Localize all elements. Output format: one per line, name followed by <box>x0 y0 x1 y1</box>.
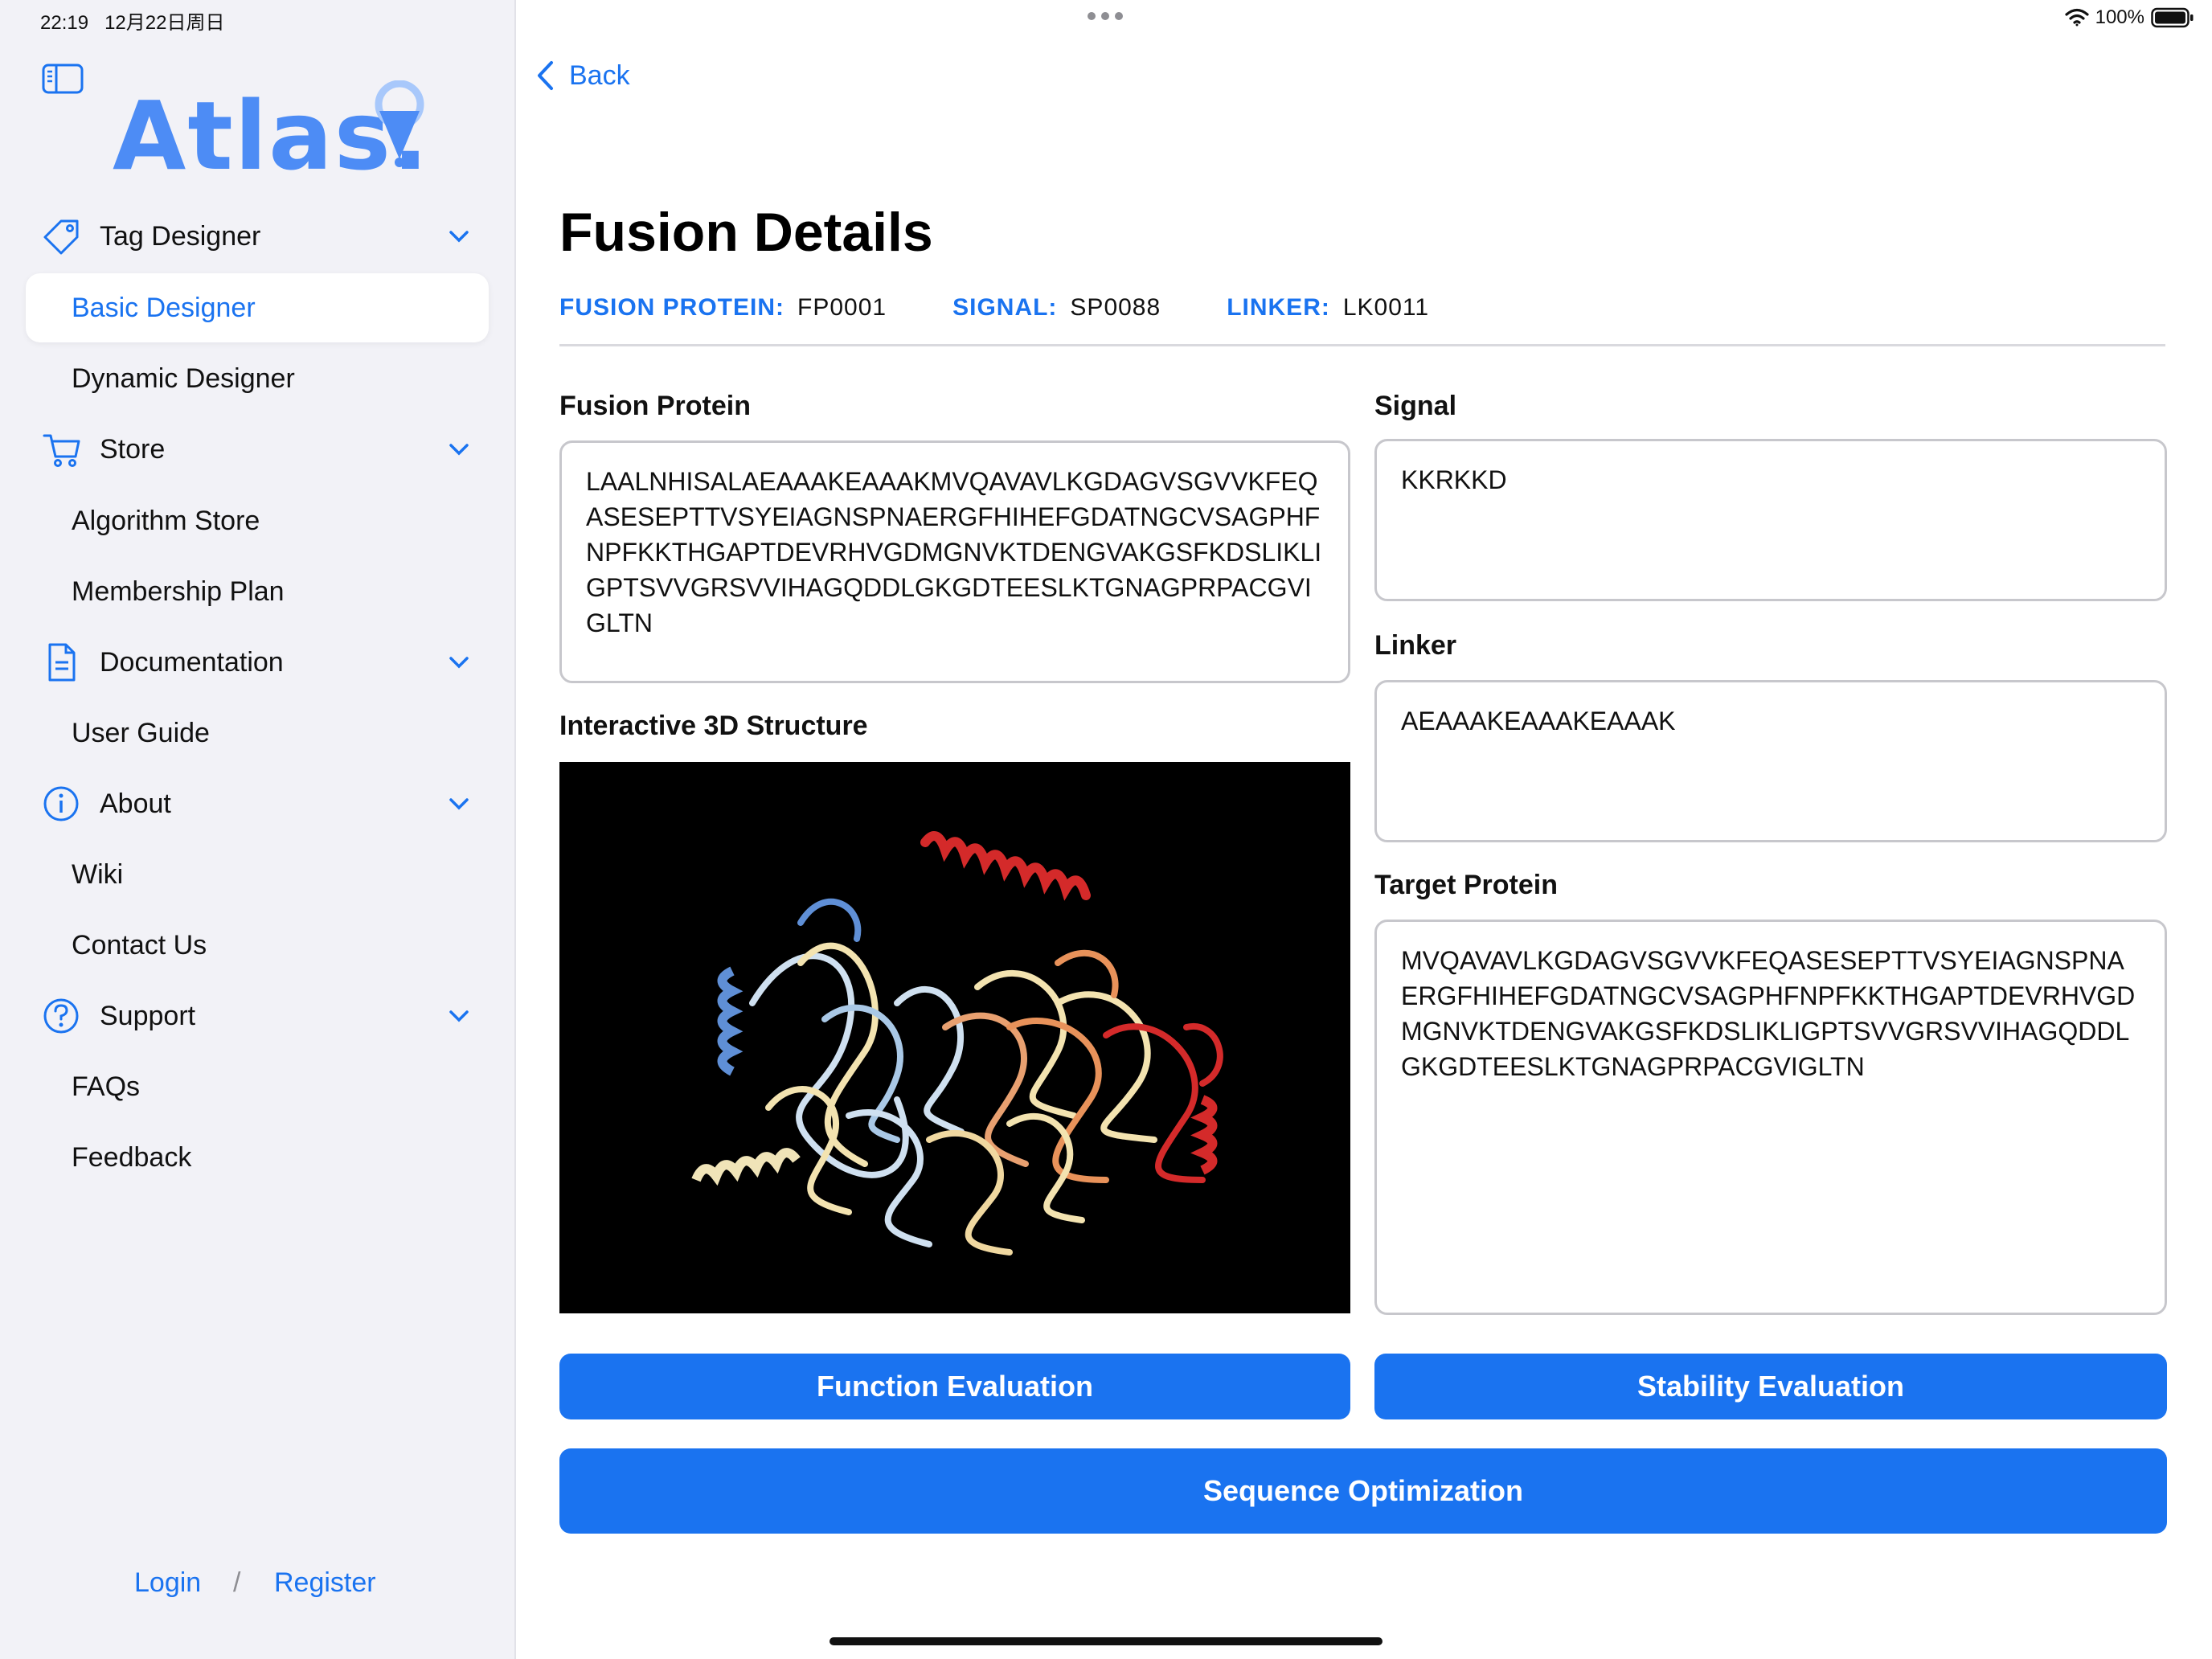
status-indicators: 100% <box>2065 6 2194 29</box>
wifi-icon <box>2065 8 2089 27</box>
battery-percentage: 100% <box>2095 6 2144 28</box>
nav-group-label: Tag Designer <box>100 220 261 252</box>
sidebar: 22:19 12月22日周日 Atlas. Tag Designer Basic… <box>0 0 516 1659</box>
target-protein-sequence-box[interactable]: MVQAVAVLKGDAGVSGVVKFEQASESEPTTVSYEIAGNSP… <box>1374 920 2167 1315</box>
status-date: 12月22日周日 <box>104 12 225 34</box>
sidebar-toggle-icon[interactable] <box>42 63 84 95</box>
sidebar-item-label: Dynamic Designer <box>72 363 295 394</box>
battery-icon <box>2151 7 2194 28</box>
fusion-protein-label: Fusion Protein <box>559 391 751 421</box>
sidebar-item-faqs[interactable]: FAQs <box>26 1052 489 1121</box>
sidebar-item-label: Algorithm Store <box>72 505 260 536</box>
atlas-logo: Atlas. <box>113 80 434 191</box>
chevron-down-icon[interactable] <box>445 649 473 676</box>
login-link[interactable]: Login <box>134 1567 201 1599</box>
sidebar-item-label: Contact Us <box>72 929 207 961</box>
auth-separator: / <box>233 1567 241 1598</box>
multitasking-dots-icon[interactable] <box>1087 11 1124 21</box>
nav-group-tag-designer[interactable]: Tag Designer <box>42 212 492 260</box>
signal-label: Signal <box>1374 391 1457 421</box>
question-icon <box>42 996 82 1036</box>
chevron-left-icon <box>538 61 553 90</box>
target-protein-label: Target Protein <box>1374 870 1558 900</box>
sidebar-item-label: Basic Designer <box>72 292 256 323</box>
meta-value-signal: SP0088 <box>1070 294 1161 321</box>
document-icon <box>42 642 82 682</box>
sidebar-item-membership-plan[interactable]: Membership Plan <box>26 557 489 626</box>
sidebar-item-algorithm-store[interactable]: Algorithm Store <box>26 486 489 555</box>
fusion-meta: FUSION PROTEIN: FP0001 SIGNAL: SP0088 LI… <box>559 294 1429 322</box>
back-button[interactable]: Back <box>535 59 630 92</box>
fusion-protein-sequence-box[interactable]: LAALNHISALAEAAAKEAAAKMVQAVAVLKGDAGVSGVVK… <box>559 440 1350 683</box>
structure-label: Interactive 3D Structure <box>559 711 868 741</box>
sidebar-item-label: Feedback <box>72 1141 192 1173</box>
signal-sequence-box[interactable]: KKRKKD <box>1374 439 2167 601</box>
status-clock: 22:19 <box>40 12 89 34</box>
sidebar-item-user-guide[interactable]: User Guide <box>26 698 489 768</box>
location-pin-icon <box>375 80 424 167</box>
status-time: 22:19 12月22日周日 <box>40 6 224 35</box>
sidebar-item-label: Wiki <box>72 858 124 890</box>
meta-key-linker: LINKER: <box>1227 294 1330 321</box>
protein-3d-viewer[interactable] <box>559 762 1350 1313</box>
sidebar-item-label: Membership Plan <box>72 576 285 607</box>
meta-value-linker: LK0011 <box>1342 294 1430 321</box>
nav-group-label: About <box>100 788 171 819</box>
sidebar-item-label: FAQs <box>72 1071 141 1102</box>
page-title: Fusion Details <box>559 202 933 263</box>
info-icon <box>42 784 82 824</box>
cart-icon <box>42 429 82 469</box>
nav-group-support[interactable]: Support <box>42 992 492 1040</box>
header-divider <box>559 344 2165 346</box>
nav-group-label: Support <box>100 1000 196 1031</box>
chevron-down-icon[interactable] <box>445 223 473 250</box>
sidebar-item-dynamic-designer[interactable]: Dynamic Designer <box>26 344 489 413</box>
linker-sequence-box[interactable]: AEAAAKEAAAKEAAAK <box>1374 680 2167 842</box>
function-evaluation-button[interactable]: Function Evaluation <box>559 1354 1350 1419</box>
sidebar-item-label: User Guide <box>72 717 210 748</box>
nav-group-about[interactable]: About <box>42 780 492 828</box>
chevron-down-icon[interactable] <box>445 790 473 817</box>
sidebar-item-wiki[interactable]: Wiki <box>26 840 489 909</box>
meta-value-fusion-protein: FP0001 <box>797 294 887 321</box>
protein-structure-render <box>691 831 1223 1256</box>
sidebar-item-contact-us[interactable]: Contact Us <box>26 911 489 980</box>
chevron-down-icon[interactable] <box>445 1002 473 1030</box>
meta-key-signal: SIGNAL: <box>952 294 1058 321</box>
home-indicator[interactable] <box>830 1637 1382 1645</box>
back-label: Back <box>569 59 630 91</box>
nav-group-label: Store <box>100 433 166 465</box>
linker-label: Linker <box>1374 630 1457 661</box>
nav-group-documentation[interactable]: Documentation <box>42 638 492 686</box>
register-link[interactable]: Register <box>274 1567 376 1599</box>
tag-icon <box>42 216 82 256</box>
sidebar-item-feedback[interactable]: Feedback <box>26 1123 489 1192</box>
nav-group-store[interactable]: Store <box>42 425 492 473</box>
meta-key-fusion-protein: FUSION PROTEIN: <box>559 294 785 321</box>
nav-group-label: Documentation <box>100 646 284 678</box>
chevron-down-icon[interactable] <box>445 436 473 463</box>
stability-evaluation-button[interactable]: Stability Evaluation <box>1374 1354 2167 1419</box>
sidebar-item-basic-designer[interactable]: Basic Designer <box>26 273 489 342</box>
sequence-optimization-button[interactable]: Sequence Optimization <box>559 1448 2167 1534</box>
